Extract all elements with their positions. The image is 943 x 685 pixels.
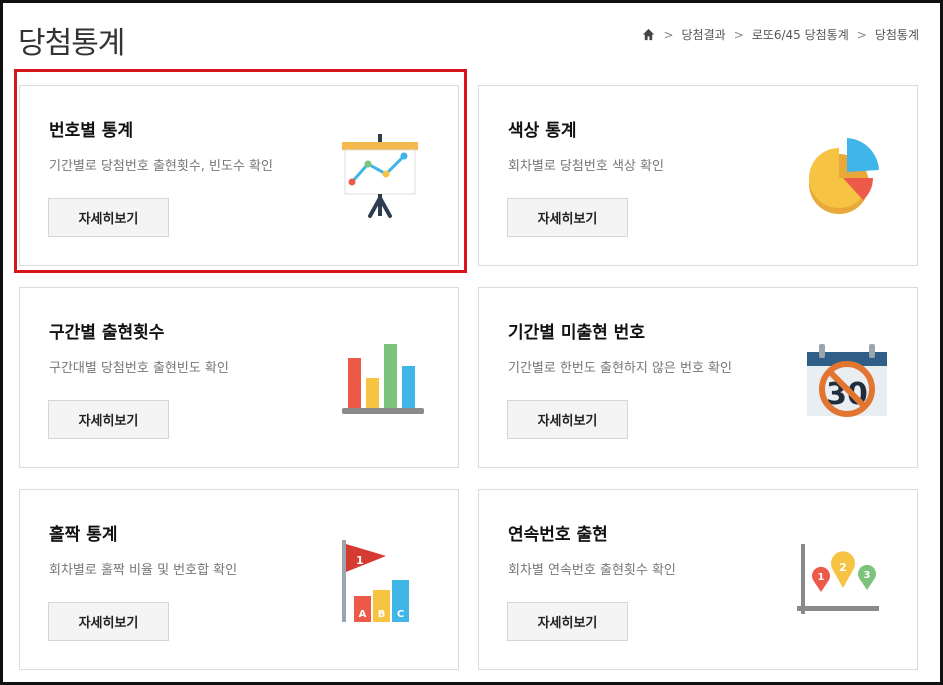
card-title: 연속번호 출현 [508, 525, 608, 545]
chevron-right-icon: > [663, 27, 674, 42]
page-title: 당첨통계 [18, 26, 125, 61]
pie-chart-icon [809, 138, 879, 214]
block-label-a: A [359, 609, 367, 620]
pin-label-2: 2 [839, 561, 847, 574]
chevron-right-icon: > [856, 27, 867, 42]
card-description: 구간대별 당첨번호 출현빈도 확인 [49, 361, 229, 376]
breadcrumb-item-results[interactable]: 당첨결과 [682, 26, 726, 43]
bar-chart-icon [342, 344, 424, 414]
detail-button[interactable]: 자세히보기 [48, 602, 169, 641]
calendar-prohibited-icon: 30 [807, 344, 887, 417]
pin-label-1: 1 [818, 572, 825, 583]
card-odd-even-stats: 홀짝 통계 회차별로 홀짝 비율 및 번호합 확인 자세히보기 1 A B C [19, 489, 459, 670]
breadcrumb: > 당첨결과 > 로또6/45 당첨통계 > 당첨통계 [642, 26, 919, 43]
card-unappeared-numbers: 기간별 미출현 번호 기간별로 한번도 출현하지 않은 번호 확인 자세히보기 … [478, 287, 918, 468]
card-title: 구간별 출현횟수 [49, 323, 165, 343]
block-label-b: B [378, 609, 386, 620]
selection-highlight [14, 69, 467, 273]
card-color-stats: 색상 통계 회차별로 당첨번호 색상 확인 자세히보기 [478, 85, 918, 266]
flag-number: 1 [356, 554, 364, 567]
detail-button[interactable]: 자세히보기 [507, 400, 628, 439]
chevron-right-icon: > [733, 27, 744, 42]
detail-button[interactable]: 자세히보기 [507, 198, 628, 237]
pin-label-3: 3 [864, 570, 871, 581]
card-description: 기간별로 한번도 출현하지 않은 번호 확인 [508, 361, 732, 376]
card-description: 회차별로 홀짝 비율 및 번호합 확인 [49, 563, 238, 578]
card-title: 기간별 미출현 번호 [508, 323, 645, 343]
breadcrumb-item-lotto-stats[interactable]: 로또6/45 당첨통계 [752, 26, 849, 43]
card-description: 회차별로 당첨번호 색상 확인 [508, 159, 664, 174]
card-consecutive-numbers: 연속번호 출현 회차별 연속번호 출현횟수 확인 자세히보기 1 2 3 [478, 489, 918, 670]
home-icon[interactable] [642, 28, 655, 41]
card-title: 홀짝 통계 [49, 525, 118, 545]
flag-abc-blocks-icon: 1 A B C [342, 540, 409, 622]
map-pins-chart-icon: 1 2 3 [797, 544, 879, 614]
detail-button[interactable]: 자세히보기 [507, 602, 628, 641]
block-label-c: C [397, 609, 404, 620]
card-title: 색상 통계 [508, 121, 577, 141]
card-description: 회차별 연속번호 출현횟수 확인 [508, 563, 676, 578]
detail-button[interactable]: 자세히보기 [48, 400, 169, 439]
card-range-stats: 구간별 출현횟수 구간대별 당첨번호 출현빈도 확인 자세히보기 [19, 287, 459, 468]
breadcrumb-item-current: 당첨통계 [874, 28, 919, 42]
